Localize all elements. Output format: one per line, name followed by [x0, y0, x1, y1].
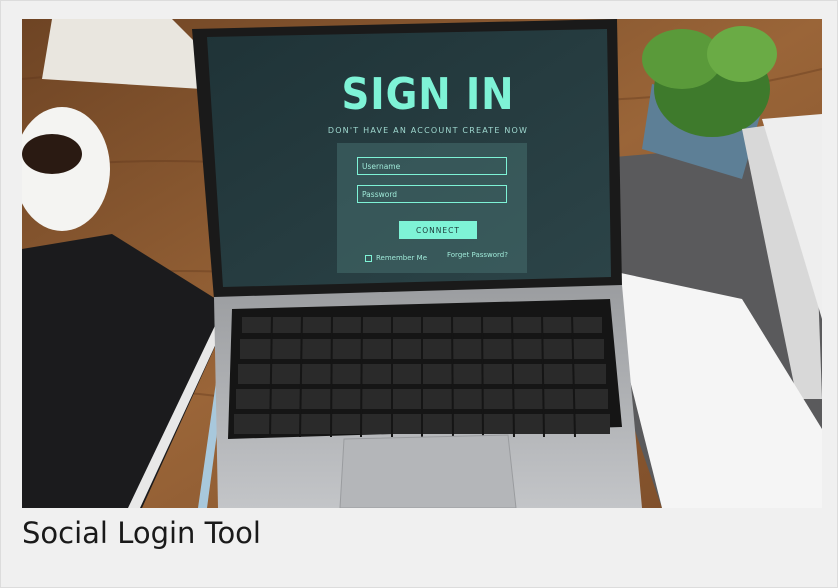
password-field: [357, 185, 507, 203]
card-image[interactable]: SIGN IN DON'T HAVE AN ACCOUNT CREATE NOW…: [22, 19, 822, 508]
username-field: [357, 157, 507, 175]
forgot-password-link: Forget Password?: [447, 251, 508, 259]
remember-label: Remember Me: [376, 254, 427, 262]
screen-subtitle: DON'T HAVE AN ACCOUNT CREATE NOW: [327, 126, 529, 135]
laptop-screen: SIGN IN DON'T HAVE AN ACCOUNT CREATE NOW…: [235, 49, 621, 283]
connect-button: CONNECT: [399, 221, 477, 239]
login-panel: CONNECT Remember Me Forget Password?: [337, 143, 527, 273]
checkbox-icon: [365, 254, 372, 262]
card-title[interactable]: Social Login Tool: [22, 513, 261, 553]
screen-title: SIGN IN: [341, 69, 515, 120]
card[interactable]: SIGN IN DON'T HAVE AN ACCOUNT CREATE NOW…: [0, 0, 838, 588]
remember-me: Remember Me: [365, 254, 427, 262]
